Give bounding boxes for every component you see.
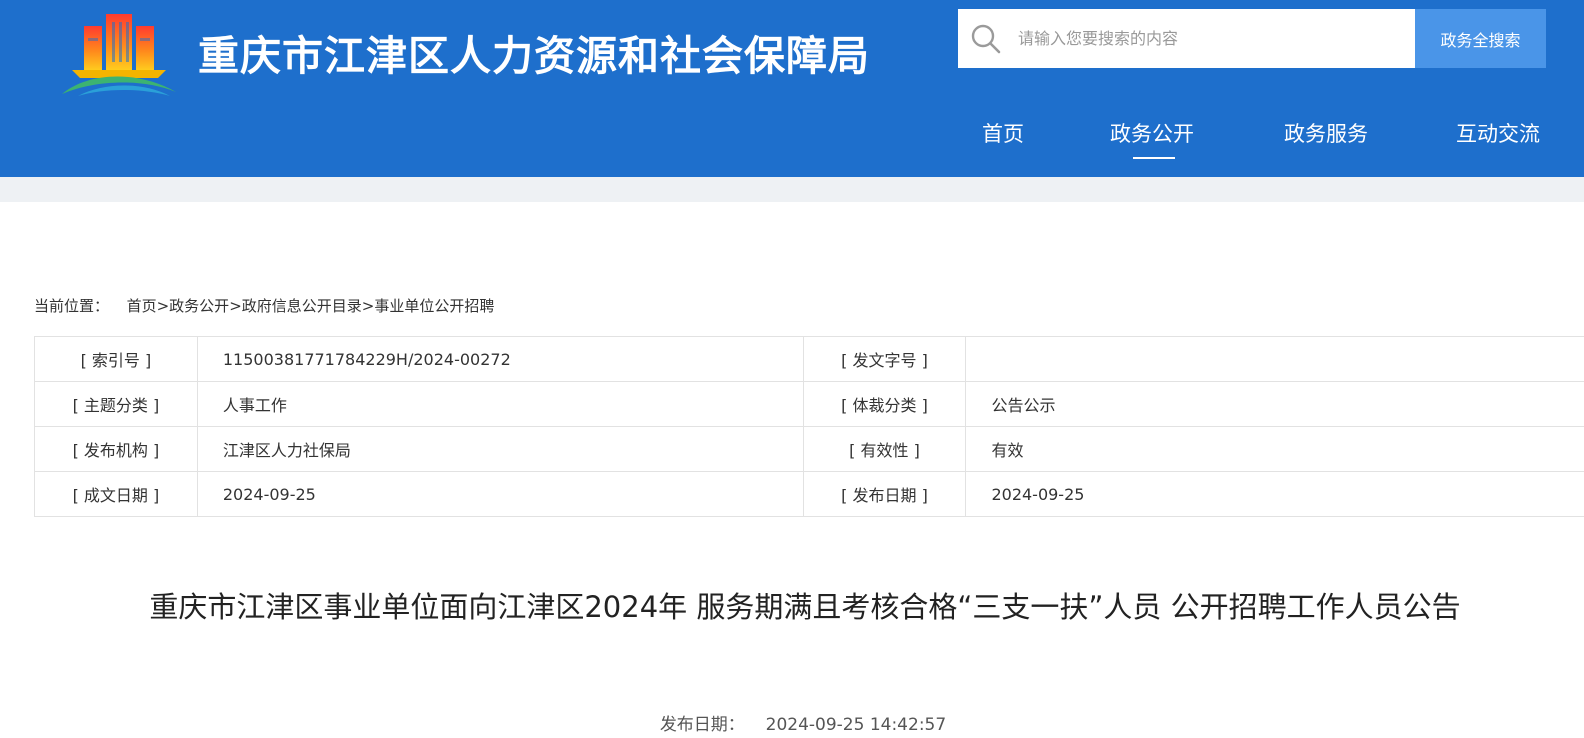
- nav-item-government-services[interactable]: 政务服务: [1284, 118, 1368, 148]
- info-label-issuing-agency: [ 发布机构 ]: [34, 426, 198, 472]
- table-row: [ 主题分类 ] 人事工作 [ 体裁分类 ] 公告公示: [34, 381, 1584, 427]
- info-label-written-date: [ 成文日期 ]: [34, 471, 198, 517]
- info-value-genre-category: 公告公示: [965, 381, 1584, 427]
- info-value-index-number: 11500381771784229H/2024-00272: [196, 336, 804, 382]
- info-value-validity: 有效: [965, 426, 1584, 472]
- info-value-document-number: [965, 336, 1584, 382]
- header-divider-band: [0, 177, 1584, 202]
- publish-date-label: 发布日期：: [659, 715, 745, 735]
- info-label-publish-date: [ 发布日期 ]: [802, 471, 967, 517]
- table-row: [ 索引号 ] 11500381771784229H/2024-00272 [ …: [34, 336, 1584, 382]
- article-publish-info: 发布日期： 2024-09-25 14:42:57: [0, 710, 1584, 735]
- document-info-table: [ 索引号 ] 11500381771784229H/2024-00272 [ …: [34, 336, 1584, 517]
- breadcrumb-prefix: 当前位置：: [34, 297, 110, 315]
- nav-item-government-affairs[interactable]: 政务公开: [1110, 118, 1194, 148]
- breadcrumb-item-info-catalog[interactable]: 政府信息公开目录: [242, 297, 362, 315]
- search-icon: [971, 24, 1001, 54]
- info-value-topic-category: 人事工作: [196, 381, 804, 427]
- table-row: [ 成文日期 ] 2024-09-25 [ 发布日期 ] 2024-09-25: [34, 471, 1584, 517]
- search-button[interactable]: 政务全搜索: [1415, 9, 1546, 68]
- breadcrumb-item-home[interactable]: 首页: [127, 297, 157, 315]
- breadcrumb-item-recruitment[interactable]: 事业单位公开招聘: [374, 297, 494, 315]
- site-header: 重庆市江津区人力资源和社会保障局 政务全搜索 首页 政务公开 政务服务 互动交流: [0, 0, 1584, 177]
- breadcrumb-separator: >: [361, 297, 375, 315]
- breadcrumb-item-government-affairs[interactable]: 政务公开: [169, 297, 229, 315]
- table-row: [ 发布机构 ] 江津区人力社保局 [ 有效性 ] 有效: [34, 426, 1584, 472]
- nav-item-interaction[interactable]: 互动交流: [1456, 118, 1540, 148]
- site-title[interactable]: 重庆市江津区人力资源和社会保障局: [198, 22, 870, 82]
- article-title: 重庆市江津区事业单位面向江津区2024年 服务期满且考核合格“三支一扶”人员 公…: [149, 590, 1461, 624]
- info-value-written-date: 2024-09-25: [196, 471, 804, 517]
- breadcrumb-separator: >: [229, 297, 242, 315]
- info-label-index-number: [ 索引号 ]: [34, 336, 198, 382]
- main-nav: 首页 政务公开 政务服务 互动交流: [0, 118, 1584, 168]
- emblem-logo-icon[interactable]: [58, 8, 180, 98]
- nav-item-home[interactable]: 首页: [982, 118, 1024, 148]
- info-value-publish-date: 2024-09-25: [965, 471, 1584, 517]
- info-label-validity: [ 有效性 ]: [802, 426, 967, 472]
- search-input[interactable]: [1018, 9, 1398, 68]
- info-label-genre-category: [ 体裁分类 ]: [802, 381, 967, 427]
- breadcrumb: 当前位置： 首页>政务公开>政府信息公开目录>事业单位公开招聘: [34, 295, 494, 316]
- info-label-topic-category: [ 主题分类 ]: [34, 381, 198, 427]
- info-value-issuing-agency: 江津区人力社保局: [196, 426, 804, 472]
- active-nav-indicator: [1133, 157, 1175, 159]
- search-box: [958, 9, 1415, 68]
- publish-datetime: 2024-09-25 14:42:57: [765, 715, 947, 735]
- info-label-document-number: [ 发文字号 ]: [802, 336, 967, 382]
- breadcrumb-separator: >: [156, 297, 170, 315]
